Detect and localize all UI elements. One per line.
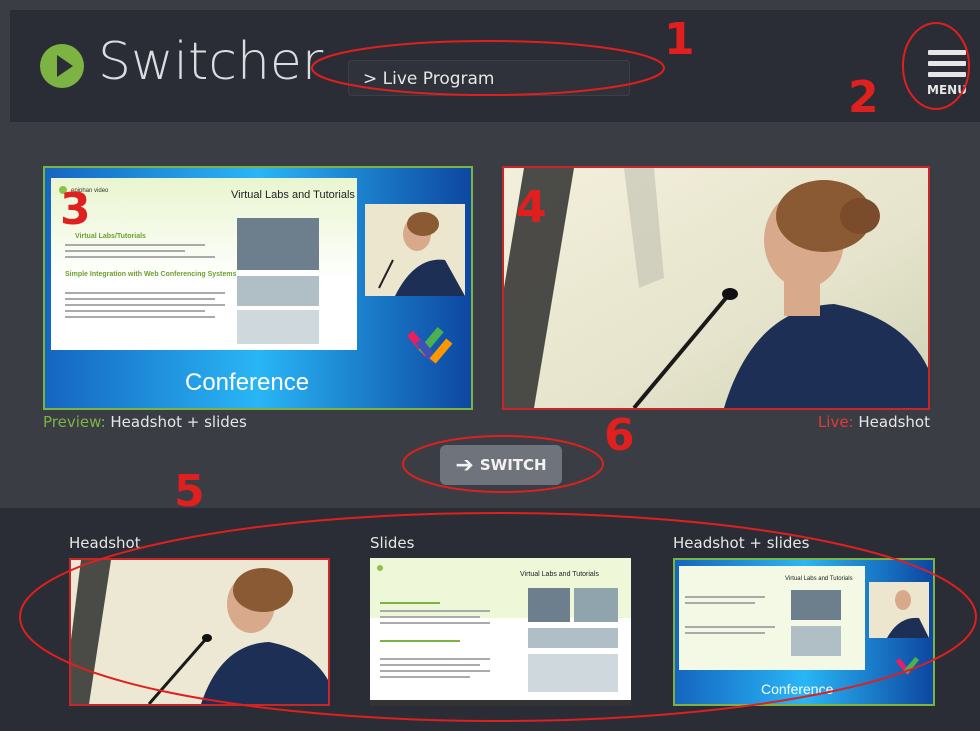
live-prefix: Live: [817,413,854,431]
preview-caption: Preview: Headshot + slides [43,413,247,431]
preview-source: Headshot + slides [110,413,247,431]
slide-heading-2: Simple Integration with Web Conferencing… [65,271,237,278]
arrow-right-icon: ➔ [455,453,474,478]
headshot-image [504,168,928,408]
slide-title: Virtual Labs and Tutorials [231,189,355,201]
slides-composite-image: epiphan video Virtual Labs and Tutorials… [45,168,471,408]
composite-thumb-title: Virtual Labs and Tutorials [785,576,853,582]
annotation-number-2: 2 [848,72,879,123]
annotation-number-1: 1 [664,14,695,65]
program-selector[interactable]: > Live Program [348,60,630,96]
app-title: Switcher [98,32,324,92]
source-headshot[interactable] [69,558,330,706]
slides-thumbnail: Virtual Labs and Tutorials [370,558,631,706]
preview-prefix: Preview: [43,413,106,431]
play-logo-icon [40,44,84,88]
switch-label: SWITCH [479,456,547,474]
switch-button[interactable]: ➔ SWITCH [440,445,562,485]
composite-thumb-banner: Conference [761,681,834,697]
composite-thumbnail: Virtual Labs and Tutorials Conference [675,560,933,704]
preview-monitor[interactable]: epiphan video Virtual Labs and Tutorials… [43,166,473,410]
menu-label: MENU [927,83,967,97]
headshot-thumbnail [71,560,328,704]
annotation-number-3: 3 [60,184,91,235]
conference-banner: Conference [185,369,309,396]
source-label-headshot: Headshot [69,534,141,552]
annotation-number-5: 5 [174,466,205,517]
live-caption: Live: Headshot [818,413,930,431]
annotation-number-4: 4 [516,182,547,233]
header-bar: Switcher > Live Program MENU [10,10,980,122]
source-headshot-slides[interactable]: Virtual Labs and Tutorials Conference [673,558,935,706]
live-monitor[interactable] [502,166,930,410]
source-slides[interactable]: Virtual Labs and Tutorials [370,558,631,706]
source-label-slides: Slides [370,534,415,552]
annotation-number-6: 6 [604,410,635,461]
live-source: Headshot [858,413,930,431]
slide-thumb-title: Virtual Labs and Tutorials [520,571,599,578]
source-label-headshot-slides: Headshot + slides [673,534,810,552]
menu-button[interactable]: MENU [925,50,969,106]
hamburger-icon [928,50,966,55]
